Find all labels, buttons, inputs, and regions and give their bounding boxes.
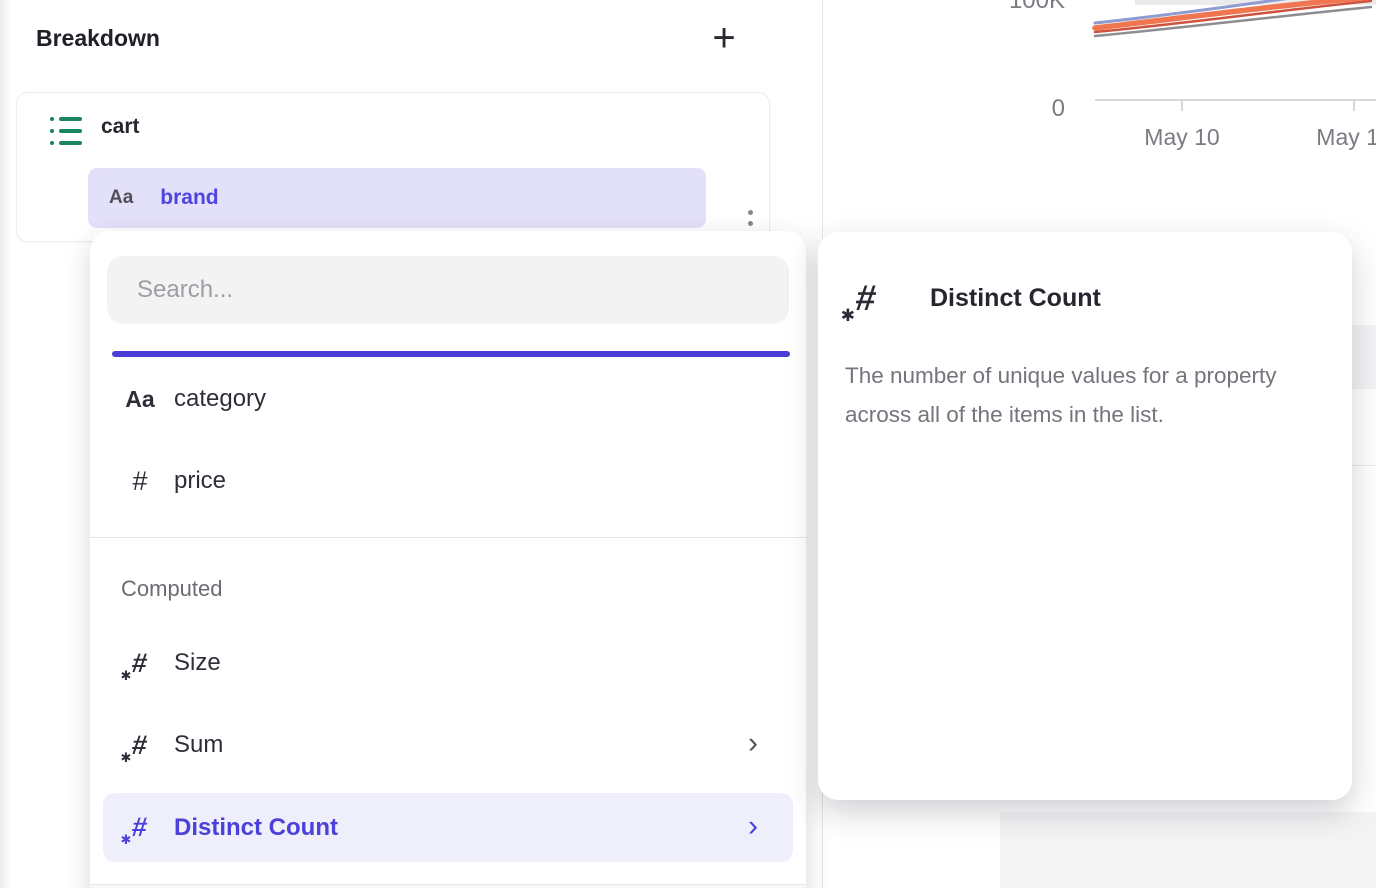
property-option-label: price bbox=[174, 467, 226, 495]
computed-option-sum[interactable]: #✱ Sum › bbox=[90, 714, 806, 776]
y-axis-tick-100k: 100K bbox=[985, 0, 1065, 15]
number-property-icon: # bbox=[132, 466, 147, 497]
x-axis-tickmark bbox=[1353, 100, 1355, 111]
property-option-label: category bbox=[174, 385, 266, 413]
computed-option-label: Sum bbox=[174, 731, 223, 759]
property-option-category[interactable]: Aa category bbox=[90, 368, 806, 430]
selected-property-pill[interactable]: Aa brand bbox=[88, 168, 706, 228]
computed-section-label: Computed bbox=[121, 576, 223, 602]
text-property-icon: Aa bbox=[125, 386, 154, 413]
cart-list-row[interactable]: cart bbox=[17, 93, 769, 169]
computed-number-icon: #✱ bbox=[131, 730, 150, 761]
add-breakdown-button[interactable]: + bbox=[700, 14, 748, 62]
distinct-count-tooltip: #✱ Distinct Count The number of unique v… bbox=[818, 232, 1352, 800]
computed-number-icon: #✱ bbox=[856, 277, 876, 319]
y-axis-tick-0: 0 bbox=[985, 95, 1065, 123]
x-axis-label-may10: May 10 bbox=[1122, 124, 1242, 151]
selected-property-label: brand bbox=[160, 186, 218, 210]
computed-option-distinct-count[interactable]: #✱ Distinct Count › bbox=[103, 793, 793, 862]
tooltip-header: #✱ Distinct Count bbox=[818, 270, 1352, 326]
list-icon bbox=[50, 117, 82, 145]
computed-number-icon: #✱ bbox=[131, 648, 150, 679]
breakdown-section-title: Breakdown bbox=[36, 25, 160, 52]
computed-option-size[interactable]: #✱ Size bbox=[90, 632, 806, 694]
computed-option-label: Distinct Count bbox=[174, 814, 338, 842]
search-box[interactable] bbox=[107, 256, 789, 324]
tooltip-description: The number of unique values for a proper… bbox=[845, 356, 1317, 434]
x-axis-label-may12: May 12 bbox=[1294, 124, 1376, 151]
text-property-icon: Aa bbox=[109, 187, 133, 209]
x-axis-tickmark bbox=[1181, 100, 1183, 111]
search-input[interactable] bbox=[107, 276, 789, 304]
dropdown-section-divider bbox=[90, 537, 806, 538]
chevron-right-icon: › bbox=[738, 727, 768, 761]
list-name-label: cart bbox=[101, 115, 140, 139]
tooltip-title: Distinct Count bbox=[930, 284, 1101, 313]
property-dropdown: Aa category # price Computed #✱ Size #✱ … bbox=[90, 231, 806, 888]
x-axis-line bbox=[1095, 99, 1376, 101]
scroll-position-indicator bbox=[112, 351, 790, 357]
chevron-right-icon: › bbox=[738, 809, 768, 843]
line-chart-series bbox=[1090, 0, 1376, 48]
property-option-price[interactable]: # price bbox=[90, 450, 806, 512]
computed-option-label: Size bbox=[174, 649, 221, 677]
sidebar-edge-shadow bbox=[0, 0, 12, 888]
computed-number-icon: #✱ bbox=[131, 812, 150, 843]
table-bottom-band bbox=[1000, 812, 1376, 888]
